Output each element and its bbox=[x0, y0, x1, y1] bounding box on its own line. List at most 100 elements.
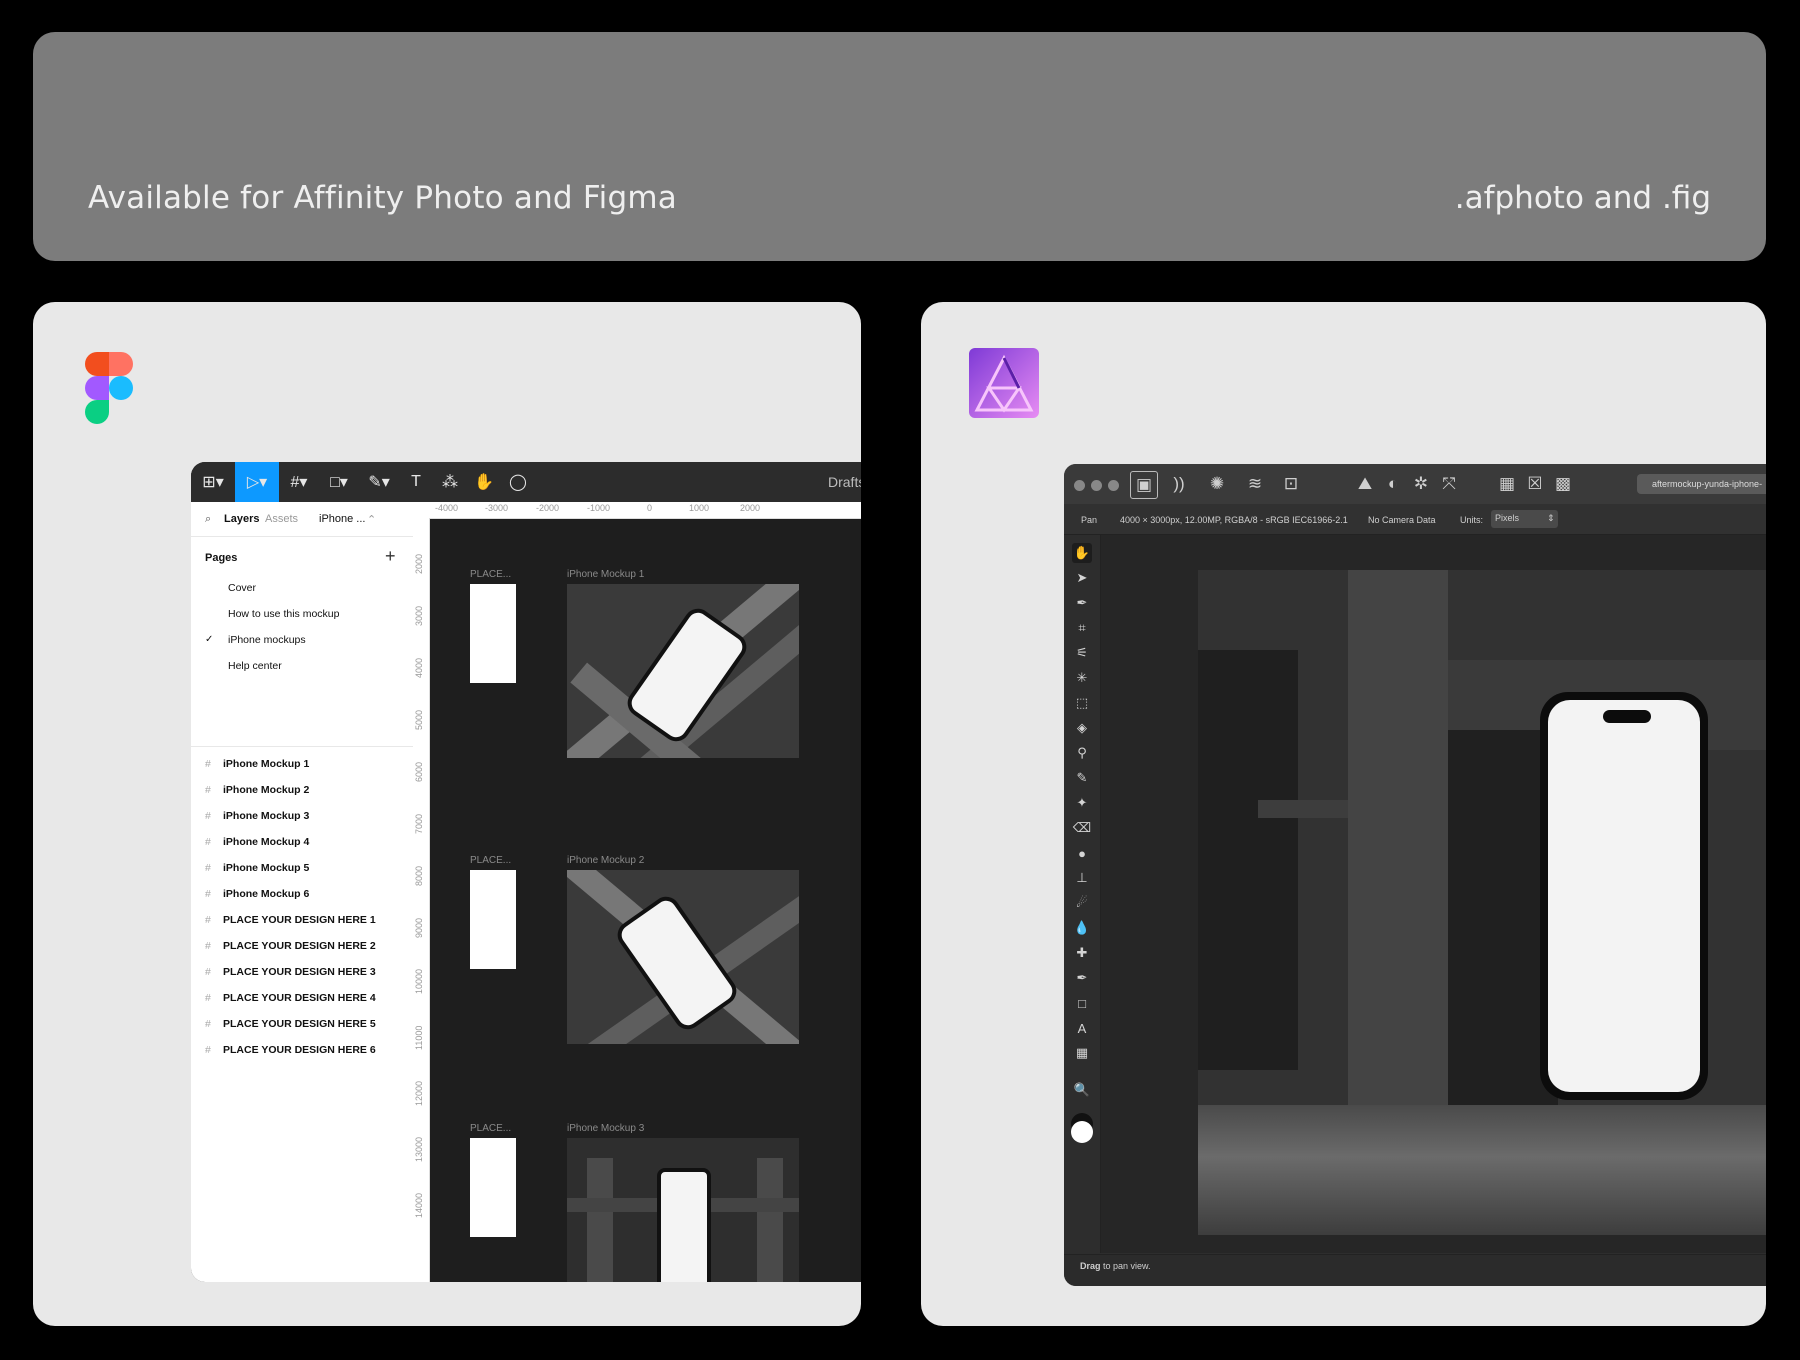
layer-item[interactable]: # PLACE YOUR DESIGN HERE 3 bbox=[205, 966, 376, 978]
layer-item[interactable]: # PLACE YOUR DESIGN HERE 5 bbox=[205, 1018, 376, 1030]
mockup-frame[interactable] bbox=[567, 870, 799, 1044]
layer-item[interactable]: # PLACE YOUR DESIGN HERE 1 bbox=[205, 914, 376, 926]
auto-correct-icon[interactable]: ⤧ bbox=[1436, 471, 1462, 497]
paint-brush-icon[interactable]: ✎ bbox=[1072, 768, 1092, 788]
select-all-icon[interactable]: ▦ bbox=[1494, 471, 1520, 497]
placeholder-frame[interactable] bbox=[470, 1138, 516, 1237]
panel-tabs: ⌕ Layers Assets iPhone ... ⌃ bbox=[191, 502, 413, 537]
hand-tool-icon[interactable]: ✋ bbox=[1072, 543, 1092, 563]
frame-tool-icon[interactable]: #▾ bbox=[279, 462, 319, 502]
magic-wand-icon[interactable]: ✳ bbox=[1072, 668, 1092, 688]
marquee-tool-icon[interactable]: ⬚ bbox=[1072, 693, 1092, 713]
layer-item[interactable]: # iPhone Mockup 3 bbox=[205, 810, 309, 822]
document-tab[interactable]: aftermockup-yunda-iphone- bbox=[1637, 474, 1766, 494]
effects-icon[interactable]: ✲ bbox=[1408, 471, 1434, 497]
resources-icon[interactable]: ⁂ bbox=[433, 462, 467, 502]
deselect-icon[interactable]: ☒ bbox=[1522, 471, 1548, 497]
phone-shape bbox=[657, 1168, 711, 1282]
frame-label: iPhone Mockup 1 bbox=[567, 569, 645, 580]
adjustment-icon[interactable]: ◐ bbox=[1380, 471, 1406, 497]
layer-item[interactable]: # iPhone Mockup 4 bbox=[205, 836, 309, 848]
drafts-label[interactable]: Drafts bbox=[828, 474, 861, 490]
ruler-tick: 11000 bbox=[414, 1025, 424, 1050]
window-close-button[interactable] bbox=[1074, 480, 1085, 491]
chevron-up-icon[interactable]: ⌃ bbox=[367, 513, 376, 526]
header-banner: Available for Affinity Photo and Figma .… bbox=[33, 32, 1766, 261]
crop-tool-icon[interactable]: ⌗ bbox=[1072, 618, 1092, 638]
units-value: Pixels bbox=[1495, 513, 1520, 523]
search-icon[interactable]: ⌕ bbox=[205, 513, 211, 526]
page-item[interactable]: Cover bbox=[228, 582, 256, 594]
pixel-tool-icon[interactable]: ✦ bbox=[1072, 793, 1092, 813]
layer-item[interactable]: # iPhone Mockup 6 bbox=[205, 888, 309, 900]
invert-selection-icon[interactable]: ▩ bbox=[1550, 471, 1576, 497]
layer-item[interactable]: # PLACE YOUR DESIGN HERE 4 bbox=[205, 992, 376, 1004]
affinity-canvas[interactable] bbox=[1101, 535, 1766, 1253]
page-item[interactable]: How to use this mockup bbox=[228, 608, 339, 620]
erase-brush-icon[interactable]: ⌫ bbox=[1072, 818, 1092, 838]
page-item-current[interactable]: iPhone mockups bbox=[228, 634, 306, 646]
placeholder-frame[interactable] bbox=[470, 870, 516, 969]
mesh-warp-icon[interactable]: ▦ bbox=[1072, 1043, 1092, 1063]
frame-icon: # bbox=[205, 1018, 211, 1030]
figma-canvas[interactable]: PLACE... iPhone Mockup 1 PLACE... iPhone… bbox=[430, 519, 861, 1282]
text-tool-icon[interactable]: T bbox=[399, 462, 433, 502]
placeholder-frame[interactable] bbox=[470, 584, 516, 683]
frame-label: PLACE... bbox=[470, 855, 512, 866]
dynamic-island bbox=[1603, 710, 1651, 723]
frame-icon: # bbox=[205, 758, 211, 770]
window-minimize-button[interactable] bbox=[1091, 480, 1102, 491]
text-tool-icon[interactable]: A bbox=[1072, 1018, 1092, 1038]
add-page-button[interactable]: + bbox=[385, 546, 396, 567]
smudge-tool-icon[interactable]: ☄ bbox=[1072, 893, 1092, 913]
tab-assets[interactable]: Assets bbox=[265, 513, 298, 525]
histogram-icon[interactable]: ⛰ bbox=[1352, 471, 1378, 497]
tab-layers[interactable]: Layers bbox=[224, 513, 259, 525]
shape-tool-icon[interactable]: □▾ bbox=[319, 462, 359, 502]
frame-icon: # bbox=[205, 940, 211, 952]
move-tool-icon[interactable]: ➤ bbox=[1072, 568, 1092, 588]
ruler-tick: -3000 bbox=[485, 503, 509, 513]
page-item[interactable]: Help center bbox=[228, 660, 282, 672]
ruler-tick: -2000 bbox=[536, 503, 560, 513]
layer-item[interactable]: # PLACE YOUR DESIGN HERE 6 bbox=[205, 1044, 376, 1056]
frame-icon: # bbox=[205, 914, 211, 926]
clone-stamp-icon[interactable]: ⊥ bbox=[1072, 868, 1092, 888]
figma-logo-icon bbox=[85, 352, 133, 424]
flood-fill-icon[interactable]: ◈ bbox=[1072, 718, 1092, 738]
dodge-tool-icon[interactable]: ● bbox=[1072, 843, 1092, 863]
selection-brush-icon[interactable]: ⚟ bbox=[1072, 643, 1092, 663]
export-persona-icon[interactable]: ⊡ bbox=[1278, 471, 1304, 497]
comment-tool-icon[interactable]: ◯ bbox=[501, 462, 535, 502]
develop-persona-icon[interactable]: ✺ bbox=[1204, 471, 1230, 497]
layer-item[interactable]: # iPhone Mockup 5 bbox=[205, 862, 309, 874]
beam-shape bbox=[587, 1158, 613, 1282]
zoom-tool-icon[interactable]: 🔍 bbox=[1072, 1080, 1092, 1100]
color-picker-icon[interactable]: ✒ bbox=[1072, 593, 1092, 613]
units-select[interactable]: Pixels ⇕ bbox=[1491, 510, 1558, 528]
pen-tool-icon[interactable]: ✎▾ bbox=[359, 462, 399, 502]
ruler-tick: 8000 bbox=[414, 865, 424, 886]
blur-tool-icon[interactable]: 💧 bbox=[1072, 918, 1092, 938]
mockup-frame[interactable] bbox=[567, 584, 799, 758]
hand-tool-icon[interactable]: ✋ bbox=[467, 462, 501, 502]
main-menu-icon[interactable]: ⊞▾ bbox=[191, 462, 235, 502]
frame-icon: # bbox=[205, 888, 211, 900]
layer-item[interactable]: # PLACE YOUR DESIGN HERE 2 bbox=[205, 940, 376, 952]
move-tool-icon[interactable]: ▷▾ bbox=[235, 462, 279, 502]
mockup-frame[interactable] bbox=[567, 1138, 799, 1282]
tone-mapping-persona-icon[interactable]: ≋ bbox=[1242, 471, 1268, 497]
pen-tool-icon[interactable]: ✒ bbox=[1072, 968, 1092, 988]
availability-text: Available for Affinity Photo and Figma bbox=[88, 180, 677, 216]
layer-item[interactable]: # iPhone Mockup 2 bbox=[205, 784, 309, 796]
photo-persona-icon[interactable]: ▣ bbox=[1130, 471, 1158, 499]
window-zoom-button[interactable] bbox=[1108, 480, 1119, 491]
foreground-color-swatch[interactable] bbox=[1071, 1121, 1093, 1143]
liquify-persona-icon[interactable]: )) bbox=[1166, 471, 1192, 497]
ruler-tick: 2000 bbox=[414, 553, 424, 574]
rectangle-tool-icon[interactable]: □ bbox=[1072, 993, 1092, 1013]
healing-brush-icon[interactable]: ✚ bbox=[1072, 943, 1092, 963]
layer-item[interactable]: # iPhone Mockup 1 bbox=[205, 758, 309, 770]
page-selector[interactable]: iPhone ... bbox=[319, 513, 365, 525]
paint-mixer-icon[interactable]: ⚲ bbox=[1072, 743, 1092, 763]
